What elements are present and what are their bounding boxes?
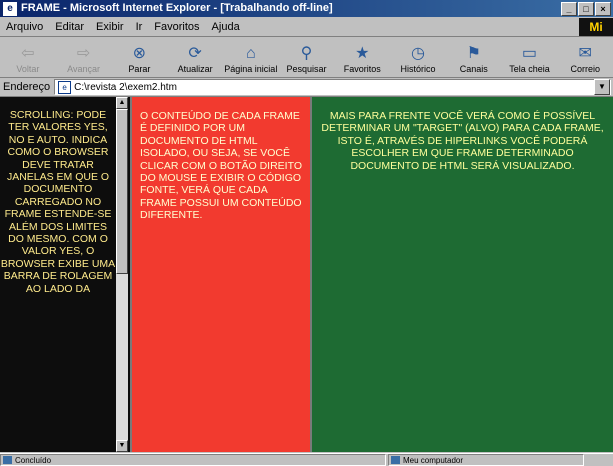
address-input[interactable]: e C:\revista 2\exem2.htm ▼ — [54, 79, 611, 95]
status-left: Concluído — [0, 454, 386, 466]
toolbar-button-0[interactable]: ⇦ Voltar — [0, 39, 56, 77]
window-title: FRAME - Microsoft Internet Explorer - [T… — [21, 2, 333, 14]
menu-arquivo[interactable]: Arquivo — [0, 21, 49, 33]
back-arrow-icon: ⇦ — [21, 45, 35, 62]
forward-arrow-icon: ⇨ — [76, 45, 91, 62]
toolbar-button-7[interactable]: ◷ Histórico — [390, 39, 446, 77]
toolbar-button-8[interactable]: ⚑ Canais — [446, 39, 502, 77]
toolbar-button-label: Correio — [570, 64, 600, 74]
vertical-scrollbar[interactable]: ▲ ▼ — [116, 97, 128, 452]
history-icon: ◷ — [411, 45, 425, 62]
menu-exibir[interactable]: Exibir — [90, 21, 130, 33]
address-label: Endereço — [3, 81, 51, 93]
middle-frame-text: O CONTEÚDO DE CADA FRAME É DEFINIDO POR … — [140, 110, 302, 222]
toolbar-button-label: Parar — [128, 64, 151, 74]
chevron-down-icon[interactable]: ▼ — [594, 79, 610, 95]
toolbar-button-4[interactable]: ⌂ Página inicial — [223, 39, 279, 77]
toolbar-button-label: Tela cheia — [509, 64, 550, 74]
title-bar: e FRAME - Microsoft Internet Explorer - … — [0, 0, 613, 17]
left-frame: SCROLLING: PODE TER VALORES YES, NO E AU… — [0, 97, 130, 452]
mail-icon: ✉ — [578, 45, 592, 62]
search-icon: ⚲ — [300, 45, 313, 62]
page-done-icon — [3, 456, 12, 464]
status-zone: Meu computador — [388, 454, 584, 466]
toolbar-button-label: Página inicial — [224, 64, 278, 74]
maximize-button[interactable]: □ — [578, 2, 594, 16]
right-frame-text: MAIS PARA FRENTE VOCÊ VERÁ COMO É POSSÍV… — [321, 110, 604, 172]
status-text: Concluído — [15, 455, 52, 465]
toolbar-button-3[interactable]: ⟳ Atualizar — [167, 39, 223, 77]
status-bar: Concluído Meu computador — [0, 453, 613, 466]
menu-ajuda[interactable]: Ajuda — [206, 21, 246, 33]
toolbar: ⇦ Voltar ⇨ Avançar ⊗ Parar ⟳ Atualizar ⌂ Página i… — [0, 37, 613, 78]
channels-icon: ⚑ — [466, 45, 481, 62]
toolbar-button-label: Favoritos — [343, 64, 381, 74]
toolbar-button-label: Pesquisar — [286, 64, 327, 74]
zone-text: Meu computador — [403, 455, 464, 465]
home-icon: ⌂ — [245, 45, 256, 62]
toolbar-button-label: Voltar — [16, 64, 40, 74]
ie-logo-icon: e — [3, 1, 17, 16]
stop-icon: ⊗ — [132, 45, 147, 62]
right-frame: MAIS PARA FRENTE VOCÊ VERÁ COMO É POSSÍV… — [310, 97, 613, 452]
toolbar-button-10[interactable]: ✉ Correio — [557, 39, 613, 77]
scrollbar-thumb[interactable] — [116, 109, 128, 274]
toolbar-button-1[interactable]: ⇨ Avançar — [56, 39, 112, 77]
page-icon: e — [58, 80, 72, 94]
frameset: SCROLLING: PODE TER VALORES YES, NO E AU… — [0, 97, 613, 452]
computer-icon — [391, 456, 400, 464]
minimize-button[interactable]: _ — [561, 2, 577, 16]
toolbar-button-5[interactable]: ⚲ Pesquisar — [279, 39, 335, 77]
menu-ir[interactable]: Ir — [130, 21, 149, 33]
toolbar-button-label: Avançar — [67, 64, 101, 74]
refresh-icon: ⟳ — [188, 45, 202, 62]
toolbar-button-2[interactable]: ⊗ Parar — [111, 39, 167, 77]
middle-frame: O CONTEÚDO DE CADA FRAME É DEFINIDO POR … — [130, 97, 310, 452]
windows-logo: Mi — [579, 18, 613, 36]
toolbar-button-9[interactable]: ▭ Tela cheia — [502, 39, 558, 77]
menu-editar[interactable]: Editar — [49, 21, 90, 33]
window-controls: _ □ × — [561, 2, 611, 16]
left-frame-text: SCROLLING: PODE TER VALORES YES, NO E AU… — [0, 109, 116, 295]
address-value: C:\revista 2\exem2.htm — [74, 81, 177, 93]
address-bar: Endereço e C:\revista 2\exem2.htm ▼ — [0, 78, 613, 97]
toolbar-button-label: Canais — [459, 64, 488, 74]
scroll-down-icon[interactable]: ▼ — [116, 440, 128, 452]
favorites-icon: ★ — [355, 45, 370, 62]
menu-favoritos[interactable]: Favoritos — [148, 21, 205, 33]
scroll-up-icon[interactable]: ▲ — [116, 97, 128, 109]
toolbar-button-6[interactable]: ★ Favoritos — [334, 39, 390, 77]
toolbar-button-label: Atualizar — [177, 64, 213, 74]
toolbar-button-label: Histórico — [400, 64, 436, 74]
menu-bar: Arquivo Editar Exibir Ir Favoritos Ajuda… — [0, 18, 613, 37]
fullscreen-icon: ▭ — [521, 45, 538, 62]
close-button[interactable]: × — [595, 2, 611, 16]
